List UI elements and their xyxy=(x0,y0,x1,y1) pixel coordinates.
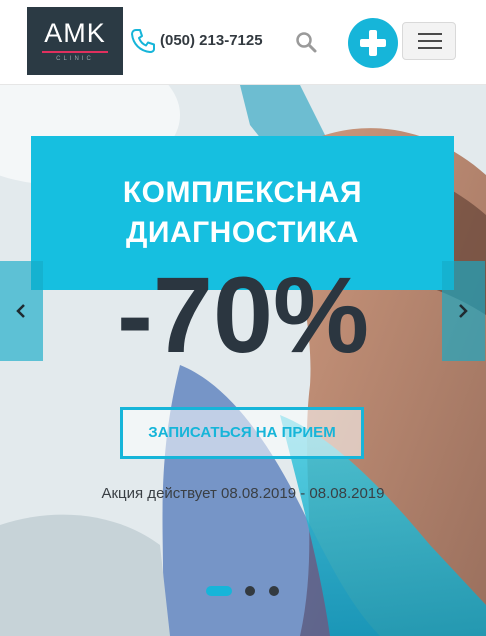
logo-subtitle: CLINIC xyxy=(56,56,94,62)
slider-prev-button[interactable] xyxy=(0,261,43,361)
logo-title: AMK xyxy=(44,18,106,48)
promo-title-line-2: ДИАГНОСТИКА xyxy=(126,216,359,249)
chevron-left-icon xyxy=(16,304,25,318)
hamburger-menu-button[interactable] xyxy=(402,22,456,60)
clinic-logo[interactable]: AMK CLINIC xyxy=(27,7,123,75)
discount-value: -70% xyxy=(116,254,370,375)
book-appointment-button[interactable]: ЗАПИСАТЬСЯ НА ПРИЕМ xyxy=(120,407,364,459)
hamburger-menu-icon xyxy=(418,33,442,35)
slider-next-button[interactable] xyxy=(442,261,485,361)
slider-dot-3[interactable] xyxy=(269,586,279,596)
chevron-right-icon xyxy=(459,304,468,318)
hero-slider: КОМПЛЕКСНАЯ ДИАГНОСТИКА -70% ЗАПИСАТЬСЯ … xyxy=(0,85,486,636)
slider-dot-1[interactable] xyxy=(206,586,232,596)
search-icon[interactable] xyxy=(294,30,318,54)
promo-title-line-1: КОМПЛЕКСНАЯ xyxy=(122,176,363,209)
phone-icon[interactable] xyxy=(128,26,158,56)
add-appointment-button[interactable] xyxy=(348,18,398,68)
slider-dot-2[interactable] xyxy=(245,586,255,596)
logo-underline xyxy=(42,51,108,53)
plus-icon xyxy=(360,30,386,56)
promo-dates-text: Акция действует 08.08.2019 - 08.08.2019 xyxy=(101,485,385,502)
phone-number-link[interactable]: (050) 213-7125 xyxy=(160,32,263,49)
site-header: AMK CLINIC (050) 213-7125 xyxy=(0,0,486,85)
